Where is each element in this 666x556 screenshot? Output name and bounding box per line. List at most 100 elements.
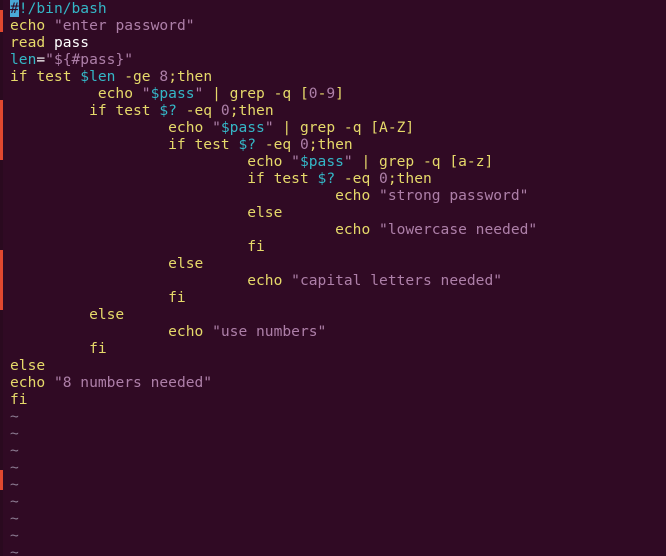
code-line[interactable]: read pass	[10, 34, 666, 51]
empty-buffer-line[interactable]: ~	[10, 425, 666, 442]
keyword-token: ;then	[168, 68, 213, 85]
edge-mark	[0, 10, 3, 32]
text-token: =	[36, 51, 46, 68]
text-cursor: #	[10, 0, 19, 17]
code-line[interactable]: else	[10, 306, 666, 323]
code-line[interactable]: if test $? -eq 0;then	[10, 136, 666, 153]
tilde-marker: ~	[10, 408, 19, 425]
code-line[interactable]: fi	[10, 289, 666, 306]
variable-token: $pass	[220, 119, 265, 136]
code-line[interactable]: echo "use numbers"	[10, 323, 666, 340]
string-token: "	[141, 85, 151, 102]
keyword-token: if test	[10, 102, 160, 119]
keyword-token: fi	[10, 289, 186, 306]
keyword-token: echo	[10, 374, 54, 391]
string-token: "	[194, 85, 204, 102]
keyword-token: -eq	[176, 102, 221, 119]
empty-buffer-line[interactable]: ~	[10, 510, 666, 527]
empty-buffer-line[interactable]: ~	[10, 527, 666, 544]
keyword-token: ;then	[229, 102, 274, 119]
keyword-token: ]	[335, 85, 344, 102]
code-line[interactable]: else	[10, 255, 666, 272]
string-token: "enter password"	[53, 17, 195, 34]
code-line[interactable]: echo "lowercase needed"	[10, 221, 666, 238]
edge-mark	[0, 470, 3, 490]
keyword-token: else	[10, 204, 283, 221]
number-token: 0	[299, 136, 309, 153]
code-line[interactable]: echo "capital letters needed"	[10, 272, 666, 289]
code-line[interactable]: fi	[10, 340, 666, 357]
keyword-token: else	[10, 255, 204, 272]
keyword-token: fi	[10, 340, 107, 357]
keyword-token: else	[10, 306, 125, 323]
keyword-token: echo	[10, 17, 46, 34]
tilde-marker: ~	[10, 493, 19, 510]
variable-token: $?	[238, 136, 257, 153]
keyword-token: -eq	[256, 136, 300, 153]
code-line[interactable]: echo "$pass" | grep -q [A-Z]	[10, 119, 666, 136]
empty-buffer-line[interactable]: ~	[10, 476, 666, 493]
shebang-token: !/bin/bash	[18, 0, 107, 17]
keyword-token: echo	[10, 153, 292, 170]
string-token: "use numbers"	[212, 323, 327, 340]
empty-buffer-line[interactable]: ~	[10, 459, 666, 476]
vim-editor-buffer[interactable]: #!/bin/bash echo "enter password" read pas…	[10, 0, 666, 556]
empty-buffer-line[interactable]: ~	[10, 408, 666, 425]
empty-buffer-line[interactable]: ~	[10, 493, 666, 510]
code-line[interactable]: if test $len -ge 8;then	[10, 68, 666, 85]
keyword-token: ;then	[387, 170, 432, 187]
variable-token: $len	[80, 68, 116, 85]
code-line[interactable]: echo "8 numbers needed"	[10, 374, 666, 391]
keyword-token: -ge	[115, 68, 160, 85]
code-line[interactable]: echo "$pass" | grep -q [0-9]	[10, 85, 666, 102]
keyword-token: -eq	[335, 170, 380, 187]
keyword-token: read	[10, 34, 46, 51]
window-left-edge	[0, 0, 3, 556]
code-line[interactable]: echo "strong password"	[10, 187, 666, 204]
code-line[interactable]: echo "enter password"	[10, 17, 666, 34]
empty-buffer-line[interactable]: ~	[10, 544, 666, 556]
code-line[interactable]: echo "$pass" | grep -q [a-z]	[10, 153, 666, 170]
number-token: 8	[159, 68, 169, 85]
number-token: 9	[326, 85, 336, 102]
string-token: "	[343, 153, 353, 170]
empty-buffer-line[interactable]: ~	[10, 442, 666, 459]
edge-mark	[0, 250, 3, 310]
code-line[interactable]: else	[10, 357, 666, 374]
code-line[interactable]: #!/bin/bash	[10, 0, 666, 17]
keyword-token: echo	[10, 85, 142, 102]
tilde-marker: ~	[10, 510, 19, 527]
keyword-token: echo	[10, 119, 213, 136]
code-line[interactable]: len="${#pass}"	[10, 51, 666, 68]
keyword-token: | grep -q [a-z]	[352, 153, 494, 170]
keyword-token: echo	[10, 187, 380, 204]
keyword-token: if test	[10, 68, 81, 85]
string-token: "	[264, 119, 274, 136]
terminal-window[interactable]: #!/bin/bash echo "enter password" read pas…	[0, 0, 666, 556]
variable-token: $pass	[299, 153, 344, 170]
tilde-marker: ~	[10, 425, 19, 442]
variable-token: len	[10, 51, 37, 68]
string-token: "capital letters needed"	[291, 272, 503, 289]
keyword-token: | grep -q [A-Z]	[273, 119, 415, 136]
code-line[interactable]: if test $? -eq 0;then	[10, 170, 666, 187]
number-token: 0	[308, 85, 318, 102]
code-line[interactable]: else	[10, 204, 666, 221]
code-line[interactable]: if test $? -eq 0;then	[10, 102, 666, 119]
keyword-token: if test	[10, 170, 318, 187]
code-line[interactable]: fi	[10, 238, 666, 255]
keyword-token: echo	[10, 323, 213, 340]
number-token: 0	[220, 102, 230, 119]
number-token: 0	[379, 170, 388, 187]
tilde-marker: ~	[10, 544, 19, 556]
variable-token: $?	[159, 102, 177, 119]
keyword-token: fi	[10, 391, 28, 408]
keyword-token: echo	[10, 272, 292, 289]
string-token: "	[291, 153, 300, 170]
tilde-marker: ~	[10, 459, 19, 476]
string-token: "lowercase needed"	[379, 221, 538, 238]
keyword-token: ;then	[308, 136, 353, 153]
tilde-marker: ~	[10, 527, 19, 544]
code-line[interactable]: fi	[10, 391, 666, 408]
